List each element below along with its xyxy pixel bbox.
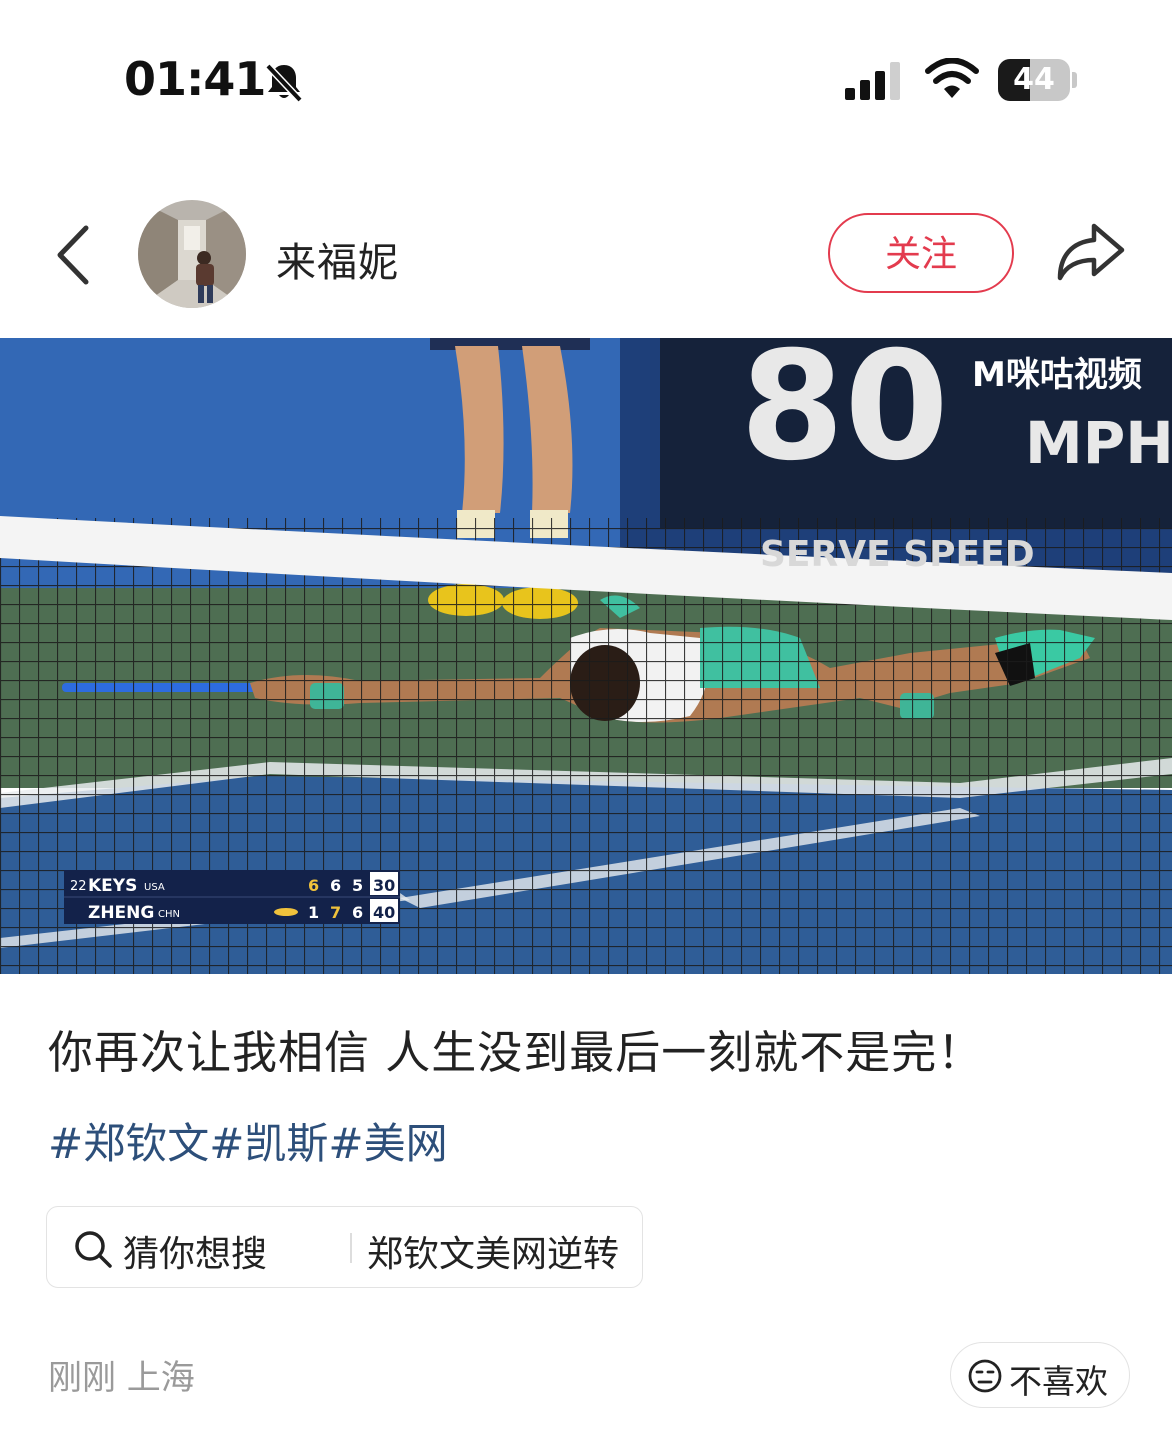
- hashtag-list: #郑钦文#凯斯#美网: [48, 1110, 448, 1171]
- score-set2-1: 6: [330, 876, 341, 895]
- hashtag[interactable]: #郑钦文: [48, 1119, 209, 1168]
- search-icon: [75, 1231, 112, 1268]
- score-set1-2: 1: [308, 903, 319, 922]
- watermark-logo: M咪咕视频: [972, 355, 1142, 395]
- username[interactable]: 来福妮: [276, 230, 399, 288]
- hashtag[interactable]: #美网: [328, 1119, 447, 1168]
- serve-indicator-icon: [274, 908, 298, 916]
- battery-percent: 44: [1013, 62, 1055, 97]
- divider: [350, 1233, 352, 1263]
- speed-value: 80: [740, 338, 949, 494]
- score-country-1: USA: [144, 882, 165, 893]
- suggestion-query: 郑钦文美网逆转: [367, 1234, 620, 1275]
- post-caption: 你再次让我相信 人生没到最后一刻就不是完！: [48, 1026, 984, 1079]
- chevron-left-icon[interactable]: [50, 220, 100, 290]
- score-country-2: CHN: [158, 909, 180, 920]
- status-bar: 01:41 44: [0, 0, 1172, 150]
- score-set1-1: 6: [308, 876, 319, 895]
- score-set3-2: 6: [352, 903, 363, 922]
- suggestion-label: 猜你想搜: [123, 1234, 268, 1275]
- post-time-location: 刚刚 上海: [48, 1358, 195, 1398]
- share-arrow-icon[interactable]: [1054, 220, 1126, 284]
- score-name-1: KEYS: [88, 876, 137, 896]
- cellular-signal-icon: [845, 62, 900, 100]
- speed-unit: MPH: [1025, 409, 1172, 477]
- follow-button[interactable]: 关注: [828, 213, 1014, 293]
- meh-face-icon: [968, 1359, 1002, 1393]
- score-points-1: 30: [373, 876, 395, 895]
- dislike-label: 不喜欢: [1009, 1362, 1108, 1401]
- score-name-2: ZHENG: [88, 903, 154, 923]
- post-header: 来福妮 关注: [0, 190, 1172, 320]
- avatar[interactable]: [138, 200, 246, 308]
- score-points-2: 40: [373, 903, 395, 922]
- score-set3-1: 5: [352, 876, 363, 895]
- score-set2-2: 7: [330, 903, 341, 922]
- score-seed-1: 22: [70, 879, 87, 894]
- search-suggestion[interactable]: 猜你想搜 郑钦文美网逆转: [46, 1206, 643, 1288]
- speed-caption: SERVE SPEED: [760, 534, 1035, 575]
- status-time: 01:41: [124, 52, 266, 106]
- hashtag[interactable]: #凯斯: [209, 1119, 328, 1168]
- wifi-icon: [925, 58, 979, 98]
- scoreboard: 22 KEYS USA 6 6 5 30 ZHENG CHN 1 7 6 40: [64, 870, 400, 924]
- bell-slash-icon: [265, 63, 303, 103]
- dislike-button[interactable]: 不喜欢: [950, 1342, 1130, 1408]
- battery-icon: 44: [998, 59, 1077, 101]
- post-image[interactable]: 80 MPH SERVE SPEED M咪咕视频 22 KEYS USA 6 6…: [0, 338, 1172, 974]
